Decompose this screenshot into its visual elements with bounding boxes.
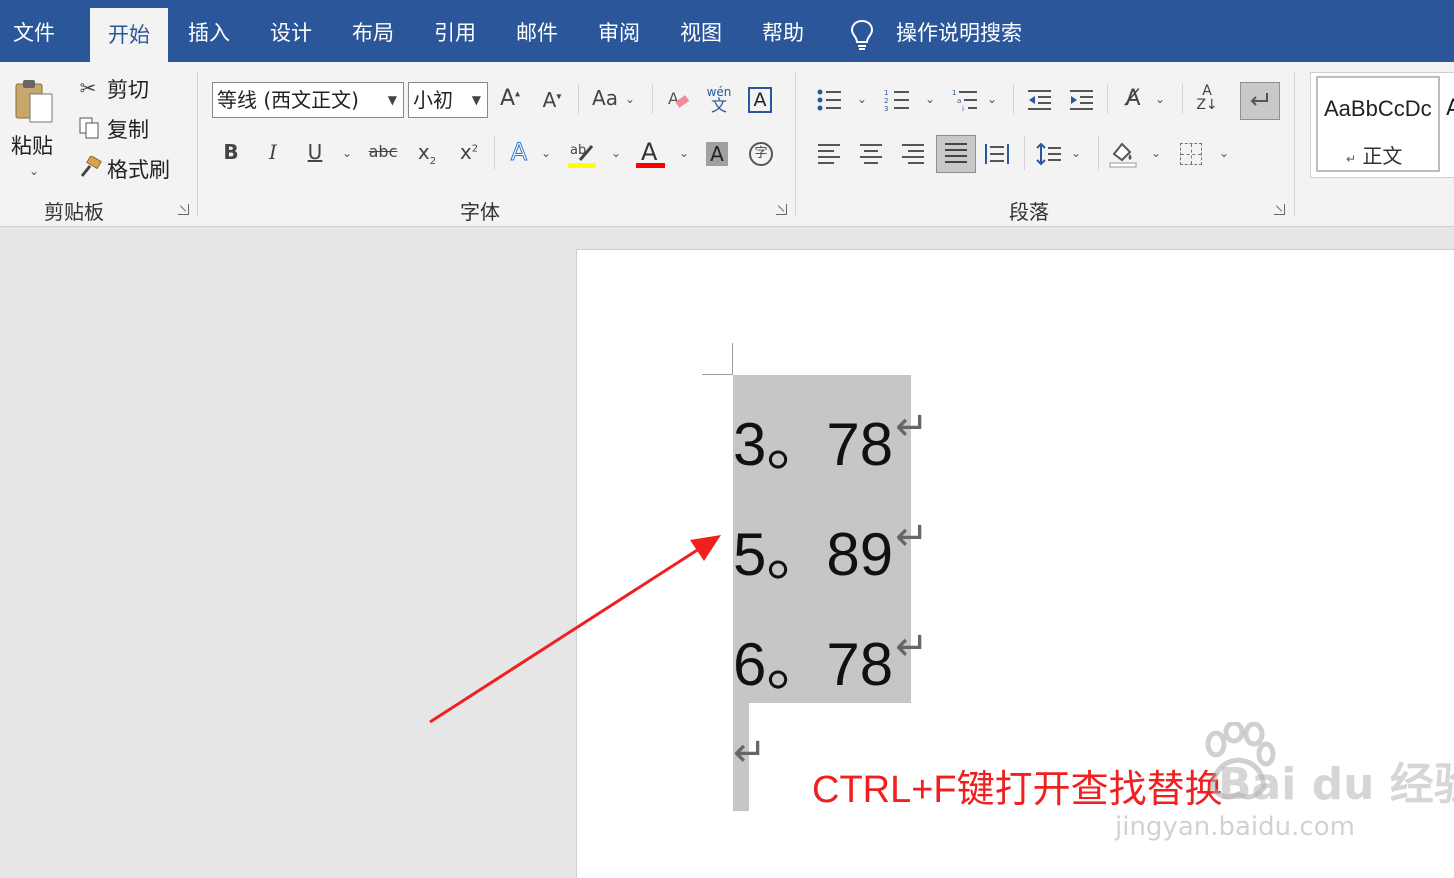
annotation-text: CTRL+F键打开查找替换 (812, 769, 1223, 811)
watermark-brand: Bai du 经验 (1218, 759, 1454, 810)
watermark-url: jingyan.baidu.com (1115, 812, 1355, 842)
